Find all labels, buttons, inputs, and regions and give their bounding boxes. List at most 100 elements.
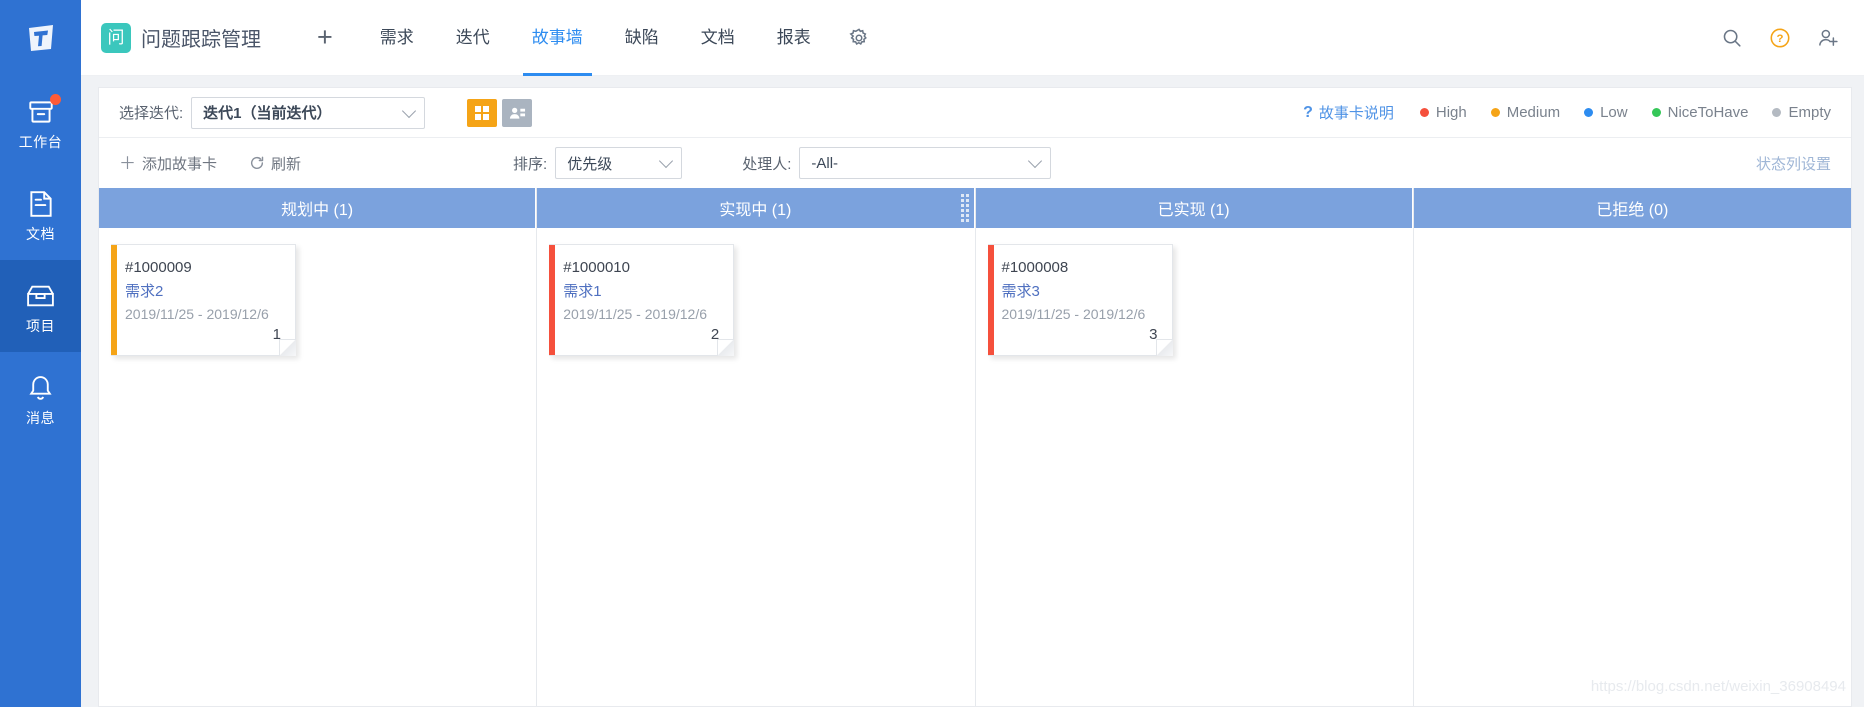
rail-item-label: 文档 xyxy=(26,226,55,242)
board-column-header[interactable]: 规划中 (1) xyxy=(99,188,537,228)
iteration-select[interactable]: 迭代1（当前迭代） xyxy=(191,96,426,129)
app-logo[interactable] xyxy=(0,0,81,76)
assignee-select-value: -All- xyxy=(811,154,839,172)
sort-label: 排序: xyxy=(513,155,548,173)
project-badge: 问 xyxy=(101,22,131,53)
project-identity[interactable]: 问 问题跟踪管理 xyxy=(101,22,261,53)
search-icon xyxy=(1723,29,1741,47)
priority-stripe xyxy=(987,245,994,355)
rail-item-label: 消息 xyxy=(26,410,55,426)
board-column: 规划中 (1) #1000009 需求2 2019/11/25 - 2019/12/6… xyxy=(99,188,538,706)
board-column-body[interactable]: #1000010 需求1 2019/11/25 - 2019/12/6 2 xyxy=(537,228,974,706)
refresh-button[interactable]: 刷新 xyxy=(249,153,301,174)
story-card[interactable]: #1000009 需求2 2019/11/25 - 2019/12/6 1 xyxy=(111,244,296,356)
help-circle-icon: ? xyxy=(1770,28,1790,47)
people-view-button[interactable] xyxy=(502,98,533,127)
add-user-button[interactable] xyxy=(1817,27,1840,49)
story-wall-board: 规划中 (1) #1000009 需求2 2019/11/25 - 2019/12/6… xyxy=(98,188,1852,707)
left-rail: 工作台 文档 项目 消息 xyxy=(0,0,81,707)
legend-bullet-icon xyxy=(1772,108,1782,117)
assignee-select[interactable]: -All- xyxy=(799,147,1052,179)
story-card-id: #1000010 xyxy=(563,259,630,276)
app-logo-icon xyxy=(28,25,53,51)
tab-故事墙[interactable]: 故事墙 xyxy=(511,0,604,76)
board-column-header[interactable]: 已实现 (1) xyxy=(975,188,1413,228)
question-mark-icon: ? xyxy=(1303,103,1313,121)
story-card[interactable]: #1000008 需求3 2019/11/25 - 2019/12/6 3 xyxy=(987,244,1173,356)
legend-item-medium: Medium xyxy=(1490,104,1561,121)
board-column-header[interactable]: 实现中 (1) xyxy=(537,188,975,228)
story-card-id: #1000009 xyxy=(125,259,192,276)
search-button[interactable] xyxy=(1721,27,1743,49)
story-card-title[interactable]: 需求2 xyxy=(125,280,281,303)
story-card[interactable]: #1000010 需求1 2019/11/25 - 2019/12/6 2 xyxy=(549,244,735,356)
legend-label: Low xyxy=(1600,104,1628,121)
rail-item-消息[interactable]: 消息 xyxy=(0,352,81,444)
board-column-body[interactable] xyxy=(1414,228,1851,706)
workbench-icon xyxy=(26,94,61,129)
grid-view-button[interactable] xyxy=(467,98,498,127)
board-column-title: 已实现 (1) xyxy=(1157,202,1230,219)
assignee-label: 处理人: xyxy=(742,155,792,173)
notification-dot xyxy=(49,94,61,105)
legend-bullet-icon xyxy=(1490,108,1500,117)
filter-row-iteration: 选择迭代: 迭代1（当前迭代） ? 故事卡说明 High Medium Low … xyxy=(99,88,1851,138)
legend-item-low: Low xyxy=(1584,104,1628,121)
bell-icon xyxy=(27,371,54,405)
iteration-select-value: 迭代1（当前迭代） xyxy=(203,105,332,122)
grid-view-icon xyxy=(475,105,490,120)
board-column-body[interactable]: #1000009 需求2 2019/11/25 - 2019/12/6 1 xyxy=(99,228,536,706)
story-card-help-link[interactable]: ? 故事卡说明 xyxy=(1303,102,1394,123)
filter-row-actions: ＋ 添加故事卡 刷新 排序: 优先级 处理人: -All- 状态列设置 xyxy=(99,138,1851,188)
legend-label: Empty xyxy=(1788,104,1831,121)
story-card-title[interactable]: 需求1 xyxy=(563,280,719,303)
rail-items: 工作台 文档 项目 消息 xyxy=(0,76,81,444)
gear-icon xyxy=(849,27,867,45)
filters-panel: 选择迭代: 迭代1（当前迭代） ? 故事卡说明 High Medium Low … xyxy=(98,87,1852,188)
legend-item-high: High xyxy=(1419,104,1467,121)
legend-bullet-icon xyxy=(1651,108,1661,117)
add-project-button[interactable]: + xyxy=(291,24,359,51)
rail-item-工作台[interactable]: 工作台 xyxy=(0,76,81,168)
view-toggle-group xyxy=(467,98,533,127)
chevron-down-icon xyxy=(659,153,674,169)
tab-缺陷[interactable]: 缺陷 xyxy=(604,0,680,76)
story-card-id: #1000008 xyxy=(1001,259,1069,276)
tab-迭代[interactable]: 迭代 xyxy=(435,0,511,76)
rail-item-文档[interactable]: 文档 xyxy=(0,168,81,260)
plus-icon: ＋ xyxy=(119,153,136,173)
sort-select[interactable]: 优先级 xyxy=(555,147,683,179)
story-card-dates: 2019/11/25 - 2019/12/6 xyxy=(125,305,269,322)
status-column-settings-link[interactable]: 状态列设置 xyxy=(1756,153,1831,174)
priority-stripe xyxy=(549,245,556,355)
nav-tabs: 需求 迭代 故事墙 缺陷 文档 报表 xyxy=(359,0,832,76)
board-column-header[interactable]: 已拒绝 (0) xyxy=(1413,188,1851,228)
board-column-title: 规划中 (1) xyxy=(281,202,354,219)
board-column: 实现中 (1) #1000010 需求1 2019/11/25 - 2019/12/6… xyxy=(537,188,976,706)
refresh-icon xyxy=(250,156,264,169)
story-card-title[interactable]: 需求3 xyxy=(1002,280,1158,303)
legend-bullet-icon xyxy=(1584,108,1594,117)
board-column: 已实现 (1) #1000008 需求3 2019/11/25 - 2019/12/6… xyxy=(975,188,1414,706)
rail-item-项目[interactable]: 项目 xyxy=(0,260,81,352)
refresh-label: 刷新 xyxy=(271,155,302,173)
board-column-body[interactable]: #1000008 需求3 2019/11/25 - 2019/12/6 3 xyxy=(976,228,1413,706)
tab-需求[interactable]: 需求 xyxy=(359,0,435,76)
document-icon xyxy=(27,187,55,221)
legend-item-nicetohave: NiceToHave xyxy=(1651,104,1748,121)
legend-label: Medium xyxy=(1506,104,1561,121)
add-story-card-button[interactable]: ＋ 添加故事卡 xyxy=(119,153,217,174)
story-card-number: 3 xyxy=(1149,326,1158,344)
add-story-card-label: 添加故事卡 xyxy=(142,155,218,173)
project-settings-button[interactable] xyxy=(832,27,886,49)
legend-bullet-icon xyxy=(1419,108,1429,117)
story-card-help-label: 故事卡说明 xyxy=(1318,105,1394,122)
tab-文档[interactable]: 文档 xyxy=(680,0,756,76)
board-column-title: 已拒绝 (0) xyxy=(1596,202,1669,219)
help-button[interactable]: ? xyxy=(1769,27,1791,49)
tab-报表[interactable]: 报表 xyxy=(756,0,832,76)
priority-legend: High Medium Low NiceToHave Empty xyxy=(1419,104,1831,121)
story-card-number: 2 xyxy=(710,326,720,344)
project-box-icon xyxy=(25,279,56,313)
column-resize-handle[interactable] xyxy=(960,194,969,222)
